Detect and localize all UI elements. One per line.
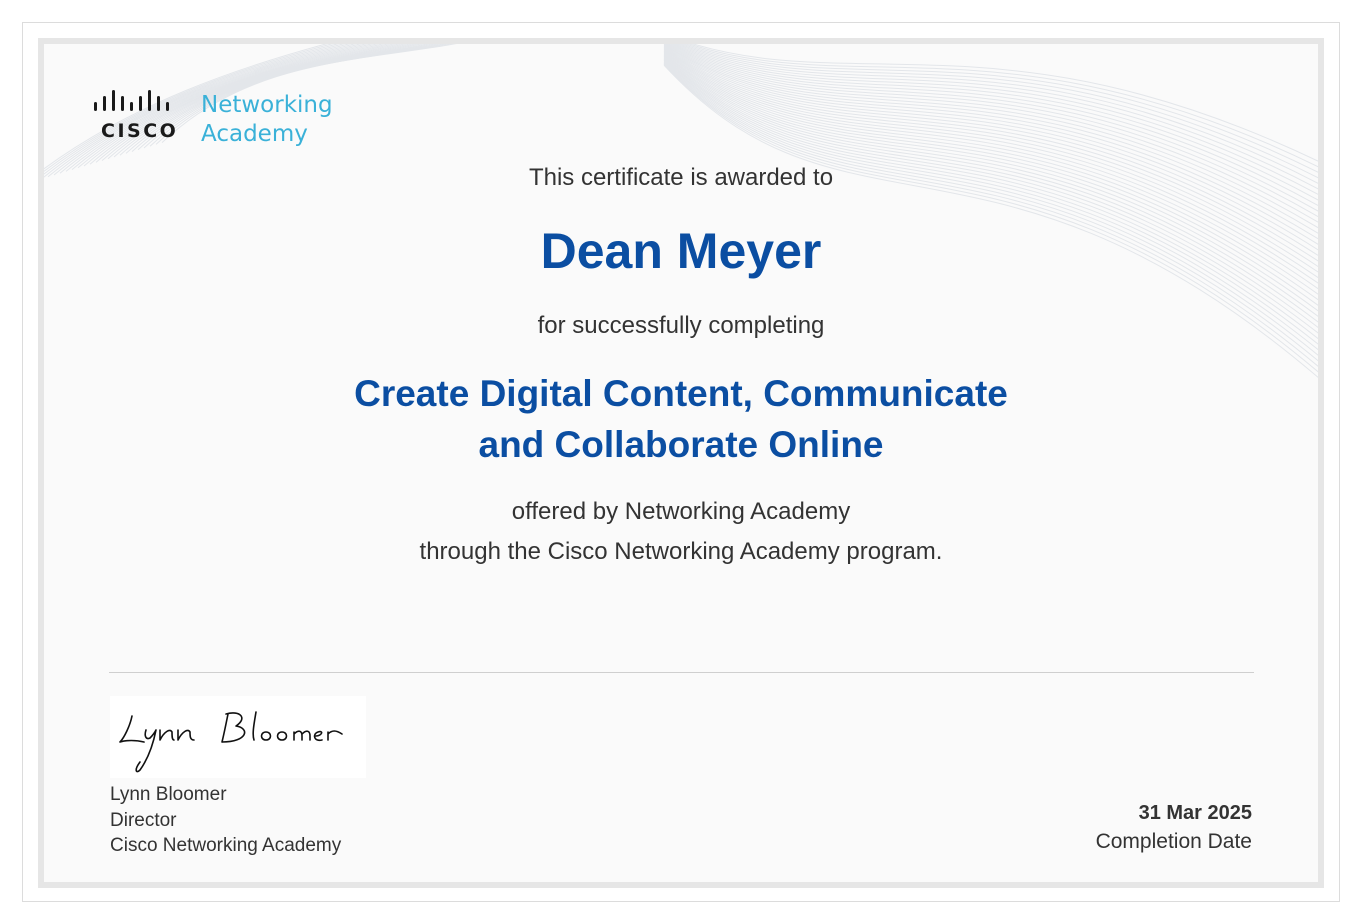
course-title-line-1: Create Digital Content, Communicate <box>354 373 1008 414</box>
recipient-name: Dean Meyer <box>540 223 822 279</box>
signatory-block: Lynn Bloomer Director Cisco Networking A… <box>110 782 341 859</box>
wave-line <box>666 44 1318 218</box>
networking-academy-wordmark: Networking Academy <box>201 91 333 149</box>
awarded-text: This certificate is awarded to <box>528 164 834 191</box>
academy-line-1: Networking <box>201 92 333 118</box>
divider-line <box>109 672 1254 673</box>
completion-date: 31 Mar 2025 <box>1138 802 1252 824</box>
cisco-bridge-icon <box>94 90 169 111</box>
academy-line-2: Academy <box>201 121 308 147</box>
signatory-organization: Cisco Networking Academy <box>110 835 342 856</box>
completion-block: 31 Mar 2025 Completion Date <box>1096 798 1252 856</box>
offered-line-2: through the Cisco Networking Academy pro… <box>419 538 943 565</box>
offered-by-text: offered by Networking Academy through th… <box>44 492 1318 572</box>
signatory-title: Director <box>110 809 177 831</box>
offered-line-1: offered by Networking Academy <box>511 498 851 525</box>
cisco-networking-academy-logo: CISCO Networking Academy <box>92 90 352 154</box>
signatory-name: Lynn Bloomer <box>110 784 227 805</box>
course-title: Create Digital Content, Communicate and … <box>44 368 1318 470</box>
completion-date-label: Completion Date <box>1095 830 1252 853</box>
completing-text: for successfully completing <box>537 312 825 339</box>
course-title-line-2: and Collaborate Online <box>478 424 884 465</box>
cisco-wordmark: CISCO <box>101 120 179 142</box>
certificate-frame: CISCO Networking Academy This certificat… <box>38 38 1324 888</box>
handwritten-signature <box>119 711 343 773</box>
signature-image <box>110 696 366 778</box>
